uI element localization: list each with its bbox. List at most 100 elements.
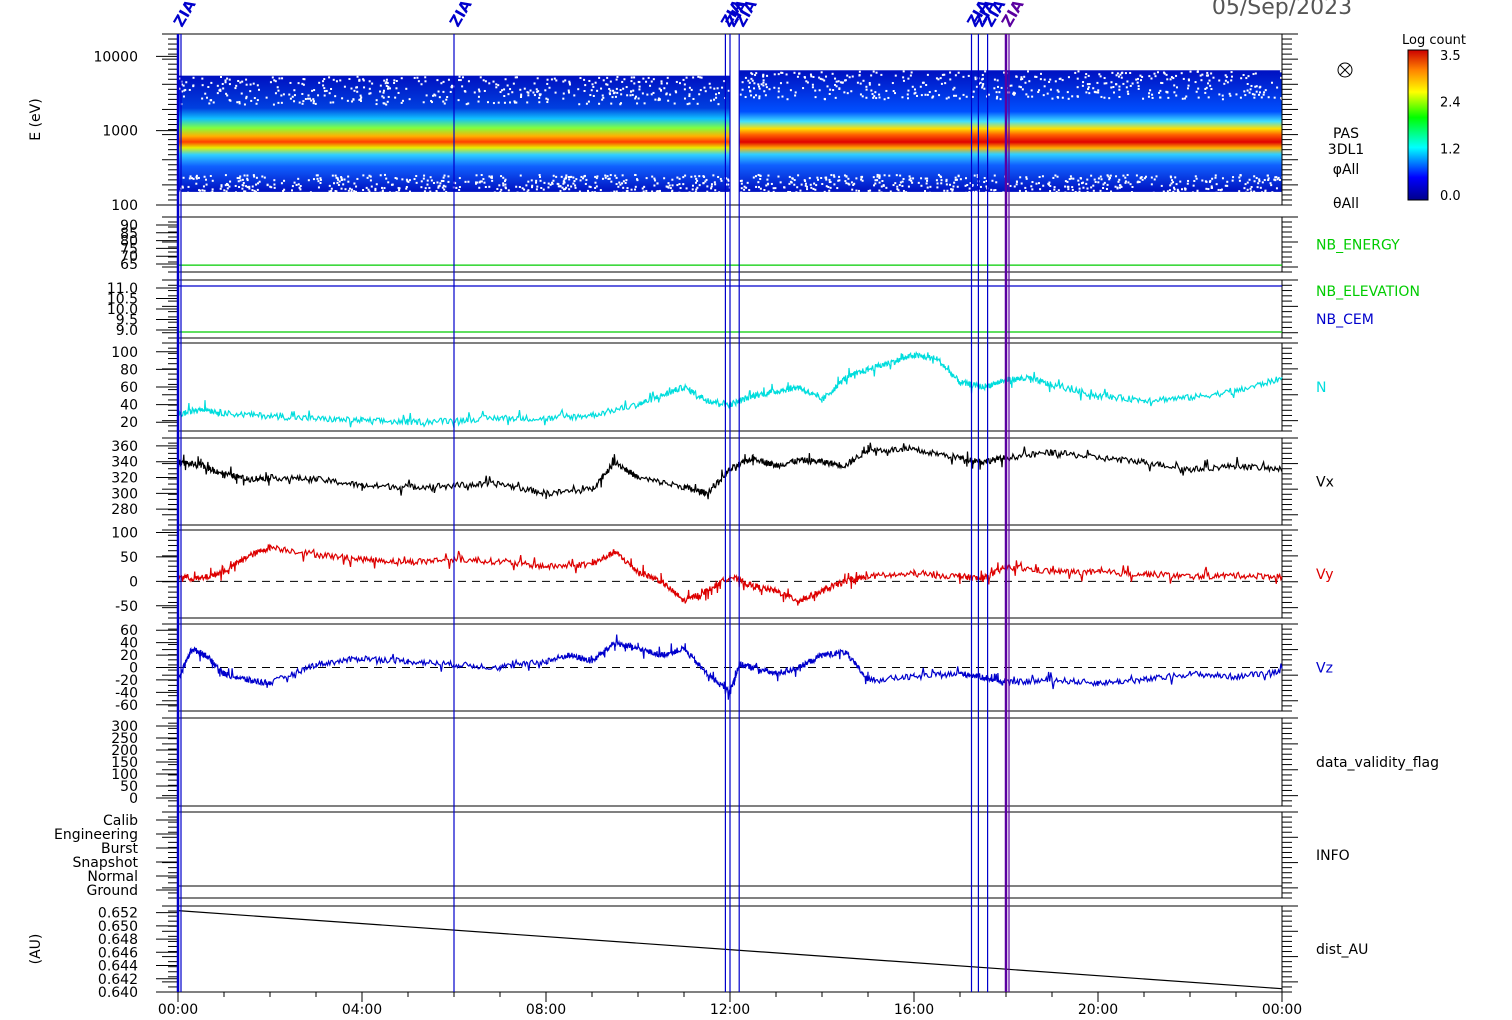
spectrogram-noise [836, 187, 839, 190]
spectrogram-noise [936, 182, 939, 185]
spectrogram-noise [1105, 82, 1108, 85]
spectrogram-noise [1135, 174, 1138, 177]
spectrogram-noise [1136, 181, 1139, 184]
spectrogram-noise [936, 186, 939, 189]
spectrogram-noise [539, 179, 542, 182]
spectrogram-noise [1119, 184, 1122, 187]
spectrogram-noise [362, 78, 365, 81]
spectrogram-noise [743, 188, 746, 191]
spectrogram-noise [779, 82, 782, 85]
spectrogram-noise [492, 102, 495, 105]
spectrogram-noise [441, 186, 444, 189]
spectrogram-noise [609, 174, 612, 177]
spectrogram-noise [479, 180, 482, 183]
spectrogram-noise [713, 98, 716, 101]
spectrogram-noise [1117, 75, 1120, 78]
spectrogram-noise [1110, 81, 1113, 84]
spectrogram-noise [1102, 187, 1105, 190]
spectrogram-noise [229, 99, 232, 102]
spectrogram-noise [271, 76, 274, 79]
spectrogram-noise [1088, 83, 1091, 86]
event-marker-label: ZIA [170, 0, 200, 30]
spectrogram-noise [422, 101, 425, 104]
spectrogram-noise [304, 98, 307, 101]
spectrogram-noise [368, 190, 371, 193]
spectrogram-noise [993, 174, 996, 177]
spectrogram-noise [1093, 178, 1096, 181]
spectrogram-noise [1232, 176, 1235, 179]
spectrogram-noise [901, 180, 904, 183]
spectrogram-noise [770, 182, 773, 185]
spectrogram-noise [1248, 91, 1251, 94]
spectrogram-noise [408, 190, 411, 193]
spectrogram-noise [816, 176, 819, 179]
spectrogram-noise [758, 85, 761, 88]
spectrogram-noise [1085, 182, 1088, 185]
spectrogram-noise [659, 89, 662, 92]
y-tick-label: 60 [120, 380, 138, 396]
spectrogram-noise [535, 181, 538, 184]
spectrogram-noise [1015, 183, 1018, 186]
spectrogram-noise [1055, 190, 1058, 193]
spectrogram-noise [617, 185, 620, 188]
spectrogram-noise [509, 101, 512, 104]
spectrogram-noise [381, 95, 384, 98]
spectrogram-noise [276, 86, 279, 89]
spectrogram-noise [297, 177, 300, 180]
spectrogram-noise [818, 76, 821, 79]
spectrogram-noise [241, 178, 244, 181]
spectrogram-noise [311, 89, 314, 92]
spectrogram-noise [841, 81, 844, 84]
y-axis-title: (AU) [28, 934, 44, 965]
spectrogram-noise [1237, 191, 1240, 194]
y-tick-label: -50 [115, 599, 138, 615]
spectrogram-noise [665, 93, 668, 96]
spectrogram-noise [1172, 77, 1175, 80]
spectrogram-noise [442, 80, 445, 83]
spectrogram-noise [1253, 96, 1256, 99]
spectrogram-noise [825, 185, 828, 188]
spectrogram-noise [788, 182, 791, 185]
spectrogram-noise [998, 91, 1001, 94]
spectrogram-noise [1273, 96, 1276, 99]
spectrogram-noise [713, 181, 716, 184]
spectrogram-noise [195, 182, 198, 185]
spectrogram-noise [714, 189, 717, 192]
spectrogram-noise [1118, 95, 1121, 98]
spectrogram-noise [1082, 186, 1085, 189]
spectrogram-noise [552, 179, 555, 182]
spectrogram-noise [234, 191, 237, 194]
spectrogram-noise [832, 174, 835, 177]
spectrogram-noise [1142, 97, 1145, 100]
spectrogram-noise [317, 186, 320, 189]
spectrogram-noise [667, 99, 670, 102]
spectrogram-noise [1276, 86, 1279, 89]
series-label: N [1316, 380, 1326, 396]
spectrogram-noise [902, 76, 905, 79]
spectrogram-noise [788, 175, 791, 178]
spectrogram-noise [714, 183, 717, 186]
spectrogram-noise [828, 178, 831, 181]
spectrogram-noise [785, 73, 788, 76]
spectrogram-noise [1118, 178, 1121, 181]
spectrogram-noise [484, 186, 487, 189]
spectrogram-noise [812, 187, 815, 190]
spectrogram-noise [280, 182, 283, 185]
spectrogram-noise [282, 93, 285, 96]
y-tick-label: 20 [120, 415, 138, 431]
spectrogram-noise [878, 96, 881, 99]
spectrogram-noise [750, 77, 753, 80]
spectrogram-noise [381, 189, 384, 192]
spectrogram-noise [197, 176, 200, 179]
spectrogram-noise [577, 88, 580, 91]
spectrogram-noise [813, 182, 816, 185]
spectrogram-noise [359, 100, 362, 103]
spectrogram-noise [256, 188, 259, 191]
spectrogram-noise [322, 84, 325, 87]
spectrogram-noise [1193, 179, 1196, 182]
spectrogram-noise [310, 99, 313, 102]
spectrogram-noise [395, 87, 398, 90]
spectrogram-noise [1090, 186, 1093, 189]
spectrogram-noise [482, 178, 485, 181]
spectrogram-noise [1162, 190, 1165, 193]
